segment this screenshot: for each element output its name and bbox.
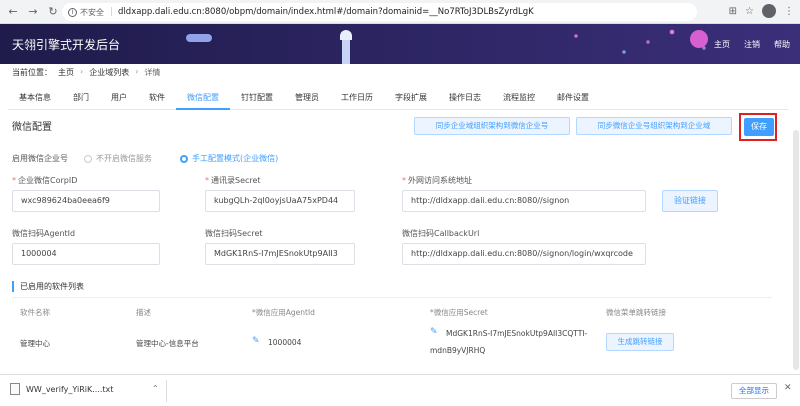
contacts-secret-label: * 通讯录Secret — [205, 176, 261, 185]
verify-link-button[interactable]: 验证链接 — [662, 190, 718, 212]
contacts-secret-input[interactable]: kubgQLh-2ql0oyjsUaA75xPD44 — [205, 190, 355, 212]
tab-flow-monitor[interactable]: 流程监控 — [492, 86, 546, 110]
enable-wechat-label: 启用微信企业号 — [12, 154, 68, 163]
radio-disable-label: 不开启微信服务 — [96, 154, 152, 163]
bookmark-star-icon[interactable]: ☆ — [745, 6, 754, 17]
help-link[interactable]: 帮助 — [774, 39, 790, 50]
column-header-menu-link: 微信菜单跳转链接 — [606, 308, 666, 317]
tab-field-extension[interactable]: 字段扩展 — [384, 86, 438, 110]
download-item[interactable]: WW_verify_YiRiK....txt — [10, 383, 113, 395]
close-icon[interactable]: ✕ — [784, 383, 792, 393]
row-agentid: 1000004 — [268, 338, 302, 347]
software-list-title: 已启用的软件列表 — [12, 281, 84, 292]
radio-manual-config[interactable]: 手工配置模式(企业微信) — [180, 153, 278, 164]
breadcrumb: 当前位置： 主页 › 企业域列表 › 详情 — [12, 67, 160, 78]
url-text[interactable]: dldxapp.dali.edu.cn:8080/obpm/domain/ind… — [118, 7, 534, 17]
external-url-label: * 外网访问系统地址 — [402, 176, 472, 185]
scan-secret-input[interactable]: MdGK1RnS-I7mJESnokUtp9AII3 — [205, 243, 355, 265]
chevron-up-icon[interactable]: ⌃ — [152, 384, 159, 393]
scrollbar[interactable] — [793, 130, 799, 370]
column-header-description: 描述 — [136, 308, 151, 317]
breadcrumb-home[interactable]: 主页 — [58, 67, 74, 78]
security-label: 不安全 — [80, 7, 104, 17]
download-bar: WW_verify_YiRiK....txt ⌃ 全部显示 ✕ — [0, 374, 800, 406]
tab-users[interactable]: 用户 — [100, 86, 138, 110]
tab-mail-settings[interactable]: 邮件设置 — [546, 86, 600, 110]
section-title: 微信配置 — [12, 122, 52, 133]
security-indicator[interactable]: i 不安全 — [68, 7, 104, 18]
radio-disable-wechat[interactable]: 不开启微信服务 — [84, 153, 152, 164]
info-icon: i — [68, 7, 77, 17]
tab-software[interactable]: 软件 — [138, 86, 176, 110]
corpid-label: * 企业微信CorpID — [12, 176, 78, 185]
tab-operation-log[interactable]: 操作日志 — [438, 86, 492, 110]
tower-illustration — [340, 30, 352, 64]
menu-icon[interactable]: ⋮ — [784, 6, 794, 17]
column-header-secret: *微信应用Secret — [430, 308, 488, 317]
save-button[interactable]: 保存 — [744, 118, 774, 136]
app-header: 天翎引擎式开发后台 主页 注销 帮助 — [0, 24, 800, 64]
logout-link[interactable]: 注销 — [744, 39, 760, 50]
show-all-downloads-button[interactable]: 全部显示 — [731, 383, 777, 399]
sync-to-wechat-button[interactable]: 同步企业域组织架构到微信企业号 — [414, 117, 570, 135]
blimp-illustration — [186, 34, 212, 42]
scan-secret-label: 微信扫码Secret — [205, 229, 263, 238]
breadcrumb-current: 详情 — [144, 68, 161, 77]
corpid-input[interactable]: wxc989624ba0eea6f9 — [12, 190, 160, 212]
scan-agentid-input[interactable]: 1000004 — [12, 243, 160, 265]
file-icon — [10, 383, 20, 395]
edit-agentid-icon[interactable]: ✎ — [252, 336, 260, 346]
forward-icon[interactable]: → — [26, 5, 40, 19]
url-divider: | — [110, 7, 114, 17]
row-description: 管理中心-信息平台 — [136, 339, 199, 348]
tab-department[interactable]: 部门 — [62, 86, 100, 110]
external-url-input[interactable]: http://dldxapp.dali.edu.cn:8080//signon — [402, 190, 646, 212]
tab-wechat-config[interactable]: 微信配置 — [176, 86, 230, 110]
column-header-agentid: *微信应用AgentId — [252, 308, 315, 317]
edit-secret-icon[interactable]: ✎ — [430, 327, 438, 337]
radio-selected-icon — [180, 154, 188, 163]
generate-link-button[interactable]: 生成跳转链接 — [606, 333, 674, 351]
radio-manual-label: 手工配置模式(企业微信) — [192, 154, 279, 163]
home-link[interactable]: 主页 — [714, 39, 730, 50]
app-title: 天翎引擎式开发后台 — [12, 38, 121, 52]
profile-avatar-icon[interactable]: ● — [762, 4, 776, 18]
tab-admins[interactable]: 管理员 — [284, 86, 330, 110]
translate-icon[interactable]: ⊞ — [729, 6, 737, 17]
address-bar[interactable]: i 不安全 | dldxapp.dali.edu.cn:8080/obpm/do… — [62, 3, 697, 21]
scan-agentid-label: 微信扫码AgentId — [12, 229, 76, 238]
reload-icon[interactable]: ↻ — [46, 5, 60, 19]
callback-url-input[interactable]: http://dldxapp.dali.edu.cn:8080//signon/… — [402, 243, 646, 265]
row-software-name: 管理中心 — [20, 339, 50, 348]
tab-bar: 基本信息 部门 用户 软件 微信配置 钉钉配置 管理员 工作日历 字段扩展 操作… — [8, 86, 788, 110]
breadcrumb-separator: › — [135, 67, 139, 76]
breadcrumb-domain-list[interactable]: 企业域列表 — [89, 67, 129, 78]
divider — [12, 297, 772, 298]
browser-toolbar: ← → ↻ i 不安全 | dldxapp.dali.edu.cn:8080/o… — [0, 0, 800, 24]
back-icon[interactable]: ← — [6, 5, 20, 19]
breadcrumb-label: 当前位置： — [12, 68, 52, 77]
row-secret-line2: mdnB9yVJRHQ — [430, 346, 486, 355]
callback-url-label: 微信扫码CallbackUrl — [402, 229, 480, 238]
save-highlight: 保存 — [739, 113, 777, 141]
tab-dingtalk-config[interactable]: 钉钉配置 — [230, 86, 284, 110]
planet-illustration — [690, 30, 708, 48]
row-secret-line1: MdGK1RnS-I7mJESnokUtp9AII3CQTTI- — [446, 329, 588, 338]
tab-work-calendar[interactable]: 工作日历 — [330, 86, 384, 110]
breadcrumb-separator: › — [80, 67, 84, 76]
column-header-name: 软件名称 — [20, 308, 50, 317]
tab-basic-info[interactable]: 基本信息 — [8, 86, 62, 110]
sync-from-wechat-button[interactable]: 同步微信企业号组织架构到企业域 — [576, 117, 732, 135]
radio-circle-icon — [84, 154, 92, 163]
divider — [166, 380, 167, 402]
download-filename: WW_verify_YiRiK....txt — [26, 384, 114, 394]
